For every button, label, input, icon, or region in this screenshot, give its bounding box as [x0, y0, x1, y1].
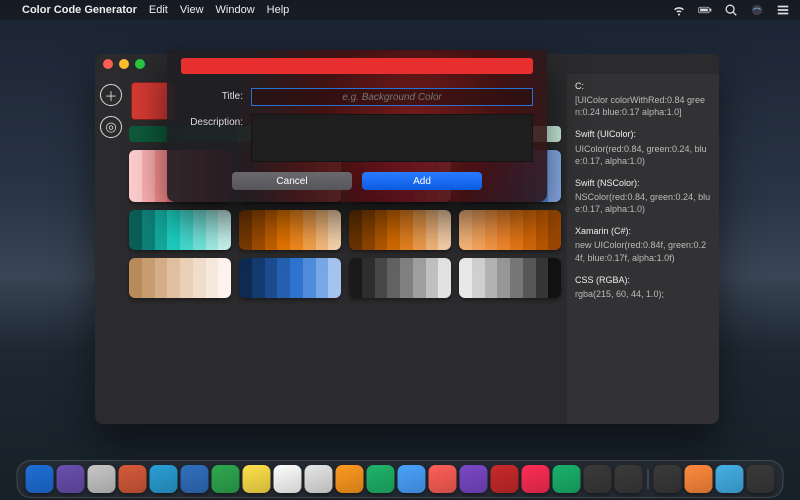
- dock-app[interactable]: [305, 465, 333, 493]
- dock-app[interactable]: [584, 465, 612, 493]
- add-button[interactable]: Add: [362, 172, 482, 190]
- add-swatch-button[interactable]: ＋: [100, 84, 122, 106]
- palette-swatch[interactable]: [349, 258, 451, 298]
- dock-app[interactable]: [522, 465, 550, 493]
- code-panel: C: [UIColor colorWithRed:0.84 green:0.24 …: [567, 74, 719, 424]
- dock-app[interactable]: [615, 465, 643, 493]
- dock-app[interactable]: [274, 465, 302, 493]
- palette-swatch[interactable]: [459, 258, 561, 298]
- add-color-sheet: Title: Description: Cancel Add: [167, 50, 547, 202]
- dock-app[interactable]: [243, 465, 271, 493]
- siri-icon[interactable]: [750, 3, 764, 17]
- dock-app[interactable]: [460, 465, 488, 493]
- dock-app[interactable]: [491, 465, 519, 493]
- menubar-item-edit[interactable]: Edit: [149, 4, 168, 16]
- battery-icon[interactable]: [698, 3, 712, 17]
- app-window: ＋ ◎ C: [UIColor colorWithRed:0.84 green:0…: [95, 54, 719, 424]
- tool-column: ＋ ◎: [95, 74, 127, 424]
- dock-app[interactable]: [150, 465, 178, 493]
- minimize-icon[interactable]: [119, 59, 129, 69]
- description-input[interactable]: [251, 114, 533, 162]
- dock-app[interactable]: [88, 465, 116, 493]
- macos-menubar: Color Code Generator Edit View Window He…: [0, 0, 800, 20]
- palette-swatch[interactable]: [239, 258, 341, 298]
- code-group-value[interactable]: rgba(215, 60, 44, 1.0);: [575, 288, 711, 300]
- menubar-app-name[interactable]: Color Code Generator: [22, 4, 137, 16]
- wifi-icon[interactable]: [672, 3, 686, 17]
- cancel-button[interactable]: Cancel: [232, 172, 352, 190]
- sheet-color-bar: [181, 58, 533, 74]
- code-group-label: Swift (NSColor):: [575, 177, 711, 189]
- notifications-icon[interactable]: [776, 3, 790, 17]
- code-group-value[interactable]: NSColor(red:0.84, green:0.24, blue:0.17,…: [575, 191, 711, 215]
- close-icon[interactable]: [103, 59, 113, 69]
- dock-app[interactable]: [685, 465, 713, 493]
- code-group-value[interactable]: new UIColor(red:0.84f, green:0.24f, blue…: [575, 239, 711, 263]
- dock-app[interactable]: [181, 465, 209, 493]
- dock-app[interactable]: [119, 465, 147, 493]
- title-input[interactable]: [251, 88, 533, 106]
- palette-swatch[interactable]: [349, 210, 451, 250]
- dock-app[interactable]: [747, 465, 775, 493]
- code-group-value[interactable]: UIColor(red:0.84, green:0.24, blue:0.17,…: [575, 143, 711, 167]
- code-group-label: C:: [575, 80, 711, 92]
- code-group-label: CSS (RGBA):: [575, 274, 711, 286]
- dock-app[interactable]: [367, 465, 395, 493]
- palette-swatch[interactable]: [129, 210, 231, 250]
- code-group-label: Swift (UIColor):: [575, 128, 711, 140]
- description-label: Description:: [181, 114, 251, 128]
- menubar-item-help[interactable]: Help: [267, 4, 290, 16]
- spotlight-icon[interactable]: [724, 3, 738, 17]
- palette-swatch[interactable]: [129, 258, 231, 298]
- dock-app[interactable]: [553, 465, 581, 493]
- eyedropper-button[interactable]: ◎: [100, 116, 122, 138]
- maximize-icon[interactable]: [135, 59, 145, 69]
- title-label: Title:: [181, 88, 251, 102]
- palette-swatch[interactable]: [459, 210, 561, 250]
- code-group-label: Xamarin (C#):: [575, 225, 711, 237]
- dock-app[interactable]: [429, 465, 457, 493]
- dock-app[interactable]: [26, 465, 54, 493]
- dock-app[interactable]: [654, 465, 682, 493]
- menubar-item-window[interactable]: Window: [216, 4, 255, 16]
- code-group-value[interactable]: [UIColor colorWithRed:0.84 green:0.24 bl…: [575, 94, 711, 118]
- dock-app[interactable]: [212, 465, 240, 493]
- dock-app[interactable]: [398, 465, 426, 493]
- dock-app[interactable]: [336, 465, 364, 493]
- dock-app[interactable]: [716, 465, 744, 493]
- dock-app[interactable]: [57, 465, 85, 493]
- palette-swatch[interactable]: [239, 210, 341, 250]
- dock: [17, 460, 784, 498]
- menubar-item-view[interactable]: View: [180, 4, 204, 16]
